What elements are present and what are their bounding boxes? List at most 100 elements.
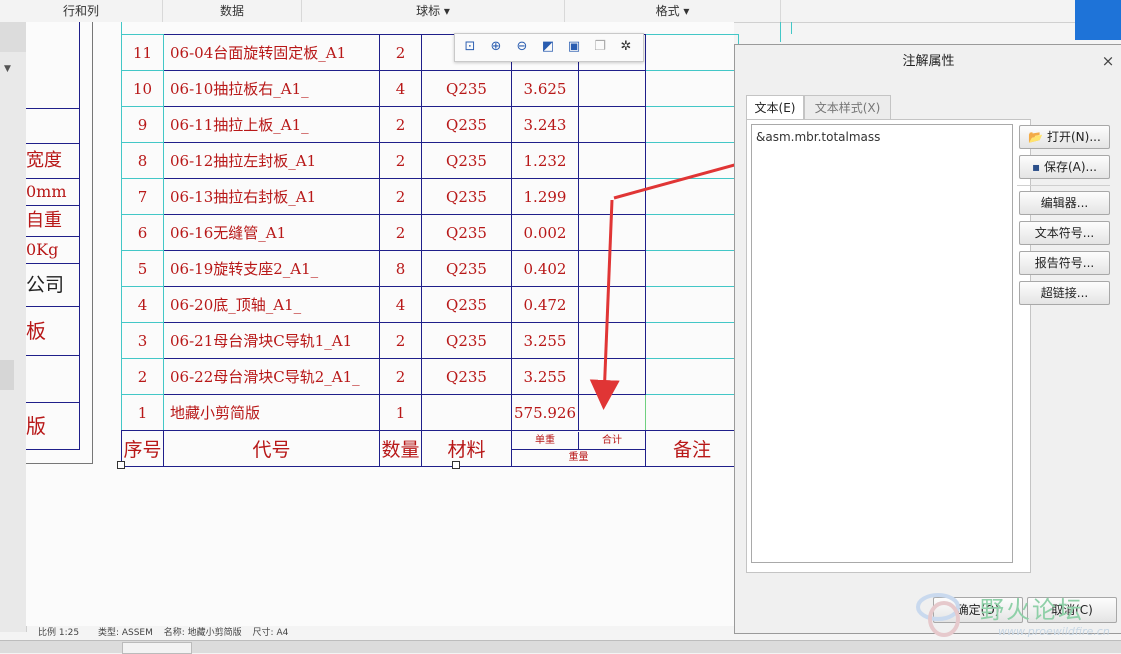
row-code[interactable]: 06-13抽拉右封板_A1 <box>163 178 380 215</box>
row-code[interactable]: 地藏小剪简版 <box>163 394 380 431</box>
row-qty[interactable]: 2 <box>379 34 422 71</box>
text-symbol-button[interactable]: 文本符号... <box>1019 221 1110 245</box>
row-material[interactable]: Q235 <box>421 322 512 359</box>
row-remark[interactable] <box>645 250 739 287</box>
zoom-fit-icon[interactable]: ⊡ <box>460 38 480 56</box>
row-material[interactable]: Q235 <box>421 286 512 323</box>
row-unit-weight[interactable]: 575.926 <box>511 394 579 431</box>
row-total-weight[interactable] <box>578 322 646 359</box>
row-total-weight[interactable] <box>578 70 646 107</box>
row-material[interactable]: Q235 <box>421 358 512 395</box>
text-editor-value[interactable]: &asm.mbr.totalmass <box>756 130 880 144</box>
save-button[interactable]: ▪ 保存(A)... <box>1019 155 1110 179</box>
annotation-properties-dialog[interactable]: 注解属性 × 文本(E) 文本样式(X) &asm.mbr.totalmass … <box>734 44 1121 634</box>
row-remark[interactable] <box>645 70 739 107</box>
row-material[interactable]: Q235 <box>421 178 512 215</box>
row-unit-weight[interactable]: 3.243 <box>511 106 579 143</box>
row-code[interactable]: 06-10抽拉板右_A1_ <box>163 70 380 107</box>
row-seq[interactable]: 4 <box>121 286 164 323</box>
sparkle-icon[interactable]: ✲ <box>616 38 636 56</box>
zoom-out-icon[interactable]: ⊖ <box>512 38 532 56</box>
table-row[interactable]: 2 06-22母台滑块C导轨2_A1_ 2 Q235 3.255 <box>121 358 739 395</box>
row-qty[interactable]: 2 <box>379 178 422 215</box>
row-qty[interactable]: 2 <box>379 142 422 179</box>
row-code[interactable]: 06-12抽拉左封板_A1 <box>163 142 380 179</box>
row-material[interactable]: Q235 <box>421 250 512 287</box>
row-total-weight[interactable] <box>578 250 646 287</box>
bom-table[interactable]: 1106-04台面旋转固定板_A12Q1006-10抽拉板右_A1_4Q2353… <box>121 22 792 467</box>
row-qty[interactable]: 1 <box>379 394 422 431</box>
row-code[interactable]: 06-11抽拉上板_A1_ <box>163 106 380 143</box>
view-cube-icon[interactable]: ▣ <box>564 38 584 56</box>
selection-handle[interactable] <box>452 461 460 469</box>
copy-icon[interactable]: ❐ <box>590 38 610 56</box>
table-row[interactable]: 4 06-20底_顶轴_A1_ 4 Q235 0.472 <box>121 286 739 323</box>
table-row[interactable]: 5 06-19旋转支座2_A1_ 8 Q235 0.402 <box>121 250 739 287</box>
left-panel-link-icon[interactable] <box>0 360 14 390</box>
row-seq[interactable]: 9 <box>121 106 164 143</box>
row-qty[interactable]: 2 <box>379 106 422 143</box>
bom-grid[interactable]: 1106-04台面旋转固定板_A12Q1006-10抽拉板右_A1_4Q2353… <box>121 34 739 431</box>
ribbon-group-format[interactable]: 格式 ▾ <box>565 0 781 22</box>
row-unit-weight[interactable]: 1.299 <box>511 178 579 215</box>
selection-handle[interactable] <box>117 461 125 469</box>
row-seq[interactable]: 7 <box>121 178 164 215</box>
table-row[interactable]: 6 06-16无缝管_A1 2 Q235 0.002 <box>121 214 739 251</box>
row-unit-weight[interactable]: 3.625 <box>511 70 579 107</box>
zoom-in-icon[interactable]: ⊕ <box>486 38 506 56</box>
ribbon-group-rows-cols[interactable]: 行和列 <box>0 0 163 22</box>
row-seq[interactable]: 3 <box>121 322 164 359</box>
left-panel-tab[interactable] <box>0 22 26 52</box>
hyperlink-button[interactable]: 超链接... <box>1019 281 1110 305</box>
row-seq[interactable]: 11 <box>121 34 164 71</box>
row-remark[interactable] <box>645 286 739 323</box>
row-code[interactable]: 06-20底_顶轴_A1_ <box>163 286 380 323</box>
row-qty[interactable]: 4 <box>379 70 422 107</box>
row-remark[interactable] <box>645 142 739 179</box>
row-unit-weight[interactable]: 0.402 <box>511 250 579 287</box>
row-total-weight[interactable] <box>578 106 646 143</box>
row-code[interactable]: 06-19旋转支座2_A1_ <box>163 250 380 287</box>
ribbon-group-data[interactable]: 数据 <box>163 0 302 22</box>
close-icon[interactable]: × <box>1100 53 1116 69</box>
row-code[interactable]: 06-04台面旋转固定板_A1 <box>163 34 380 71</box>
open-button[interactable]: 📂 打开(N)... <box>1019 125 1110 149</box>
text-editor-area[interactable]: &asm.mbr.totalmass <box>751 124 1013 563</box>
row-material[interactable] <box>421 394 512 431</box>
row-seq[interactable]: 8 <box>121 142 164 179</box>
row-code[interactable]: 06-16无缝管_A1 <box>163 214 380 251</box>
row-remark[interactable] <box>645 394 739 431</box>
row-unit-weight[interactable]: 3.255 <box>511 358 579 395</box>
row-remark[interactable] <box>645 358 739 395</box>
row-seq[interactable]: 10 <box>121 70 164 107</box>
row-remark[interactable] <box>645 178 739 215</box>
row-total-weight[interactable] <box>578 214 646 251</box>
row-seq[interactable]: 1 <box>121 394 164 431</box>
row-unit-weight[interactable]: 3.255 <box>511 322 579 359</box>
bottom-tab[interactable] <box>122 642 192 654</box>
row-seq[interactable]: 6 <box>121 214 164 251</box>
tab-text[interactable]: 文本(E) <box>746 95 804 120</box>
ribbon-group-balloons[interactable]: 球标 ▾ <box>302 0 565 22</box>
row-material[interactable]: Q235 <box>421 106 512 143</box>
row-unit-weight[interactable]: 0.472 <box>511 286 579 323</box>
row-qty[interactable]: 8 <box>379 250 422 287</box>
report-symbol-button[interactable]: 报告符号... <box>1019 251 1110 275</box>
table-row[interactable]: 8 06-12抽拉左封板_A1 2 Q235 1.232 <box>121 142 739 179</box>
row-material[interactable]: Q235 <box>421 70 512 107</box>
row-material[interactable]: Q235 <box>421 214 512 251</box>
row-qty[interactable]: 4 <box>379 286 422 323</box>
row-qty[interactable]: 2 <box>379 358 422 395</box>
row-qty[interactable]: 2 <box>379 322 422 359</box>
row-unit-weight[interactable]: 1.232 <box>511 142 579 179</box>
table-row[interactable]: 9 06-11抽拉上板_A1_ 2 Q235 3.243 <box>121 106 739 143</box>
table-row[interactable]: 10 06-10抽拉板右_A1_ 4 Q235 3.625 <box>121 70 739 107</box>
row-material[interactable]: Q235 <box>421 142 512 179</box>
row-total-weight[interactable] <box>578 178 646 215</box>
row-seq[interactable]: 2 <box>121 358 164 395</box>
row-code[interactable]: 06-21母台滑块C导轨1_A1 <box>163 322 380 359</box>
row-total-weight[interactable] <box>578 142 646 179</box>
row-total-weight[interactable] <box>578 394 646 431</box>
row-remark[interactable] <box>645 106 739 143</box>
tab-text-style[interactable]: 文本样式(X) <box>804 95 891 120</box>
